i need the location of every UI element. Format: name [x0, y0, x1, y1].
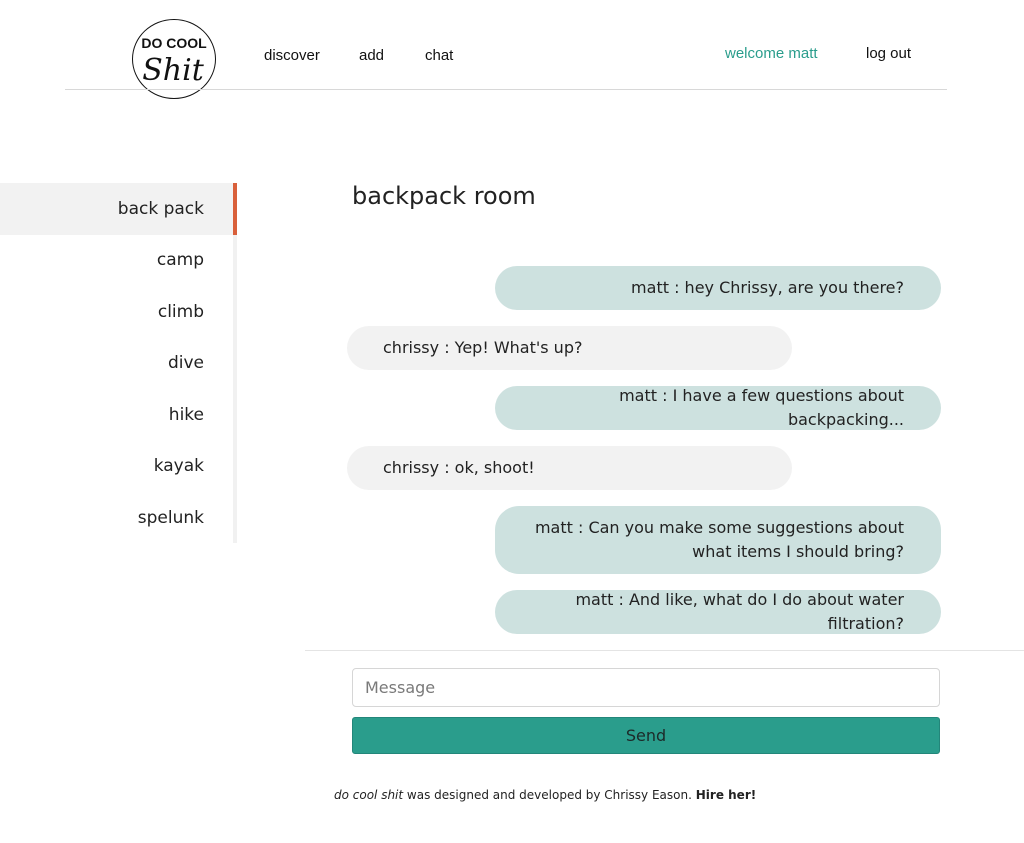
- footer: do cool shit was designed and developed …: [334, 788, 756, 802]
- footer-text: was designed and developed by: [403, 788, 605, 802]
- message-bubble-sent: matt : hey Chrissy, are you there?: [495, 266, 941, 310]
- welcome-text: welcome matt: [725, 45, 818, 62]
- sidebar-item-label: camp: [156, 250, 204, 271]
- message-text: matt : And like, what do I do about wate…: [575, 590, 904, 633]
- logout-link[interactable]: log out: [866, 45, 911, 62]
- message-text: chrissy : ok, shoot!: [383, 458, 535, 477]
- hire-link[interactable]: Hire her!: [696, 788, 756, 802]
- message-bubble-received: chrissy : ok, shoot!: [347, 446, 792, 490]
- sidebar-item-spelunk[interactable]: spelunk: [0, 492, 237, 544]
- nav-chat[interactable]: chat: [425, 47, 453, 64]
- sidebar-item-label: kayak: [153, 456, 204, 477]
- nav-add[interactable]: add: [359, 47, 384, 64]
- message-bubble-sent: matt : I have a few questions about back…: [495, 386, 941, 430]
- sidebar-item-label: hike: [168, 404, 204, 425]
- logo-text-top: DO COOL: [141, 35, 207, 51]
- message-bubble-sent: matt : Can you make some suggestions abo…: [495, 506, 941, 574]
- room-title: backpack room: [352, 182, 536, 210]
- sidebar-item-label: dive: [167, 353, 204, 374]
- footer-brand: do cool shit: [334, 788, 404, 802]
- sidebar-item-dive[interactable]: dive: [0, 338, 237, 390]
- message-text: matt : Can you make some suggestions abo…: [534, 518, 904, 561]
- nav-discover[interactable]: discover: [264, 47, 320, 64]
- page: DO COOL Shit discover add chat welcome m…: [0, 0, 1024, 843]
- message-input[interactable]: [352, 668, 940, 707]
- logo-text-bottom: Shit: [142, 53, 204, 88]
- footer-author: Chrissy Eason: [604, 788, 689, 802]
- footer-period: .: [688, 788, 696, 802]
- sidebar-item-label: back pack: [117, 198, 204, 219]
- message-bubble-received: chrissy : Yep! What's up?: [347, 326, 792, 370]
- send-button[interactable]: Send: [352, 717, 940, 754]
- sidebar-item-kayak[interactable]: kayak: [0, 441, 237, 493]
- message-text: chrissy : Yep! What's up?: [383, 338, 583, 357]
- sidebar-item-climb[interactable]: climb: [0, 286, 237, 338]
- sidebar-item-label: climb: [157, 301, 204, 322]
- message-text: matt : I have a few questions about back…: [619, 386, 904, 429]
- sidebar: back pack camp climb dive hike kayak spe…: [0, 183, 237, 543]
- logo[interactable]: DO COOL Shit: [132, 19, 216, 99]
- header-divider: [65, 89, 947, 90]
- sidebar-item-label: spelunk: [137, 507, 204, 528]
- sidebar-item-hike[interactable]: hike: [0, 389, 237, 441]
- message-text: matt : hey Chrissy, are you there?: [631, 278, 904, 297]
- logo-mark: DO COOL Shit: [141, 35, 207, 88]
- sidebar-item-camp[interactable]: camp: [0, 235, 237, 287]
- composer-divider: [305, 650, 1024, 651]
- sidebar-item-back-pack[interactable]: back pack: [0, 183, 237, 235]
- message-bubble-sent: matt : And like, what do I do about wate…: [495, 590, 941, 634]
